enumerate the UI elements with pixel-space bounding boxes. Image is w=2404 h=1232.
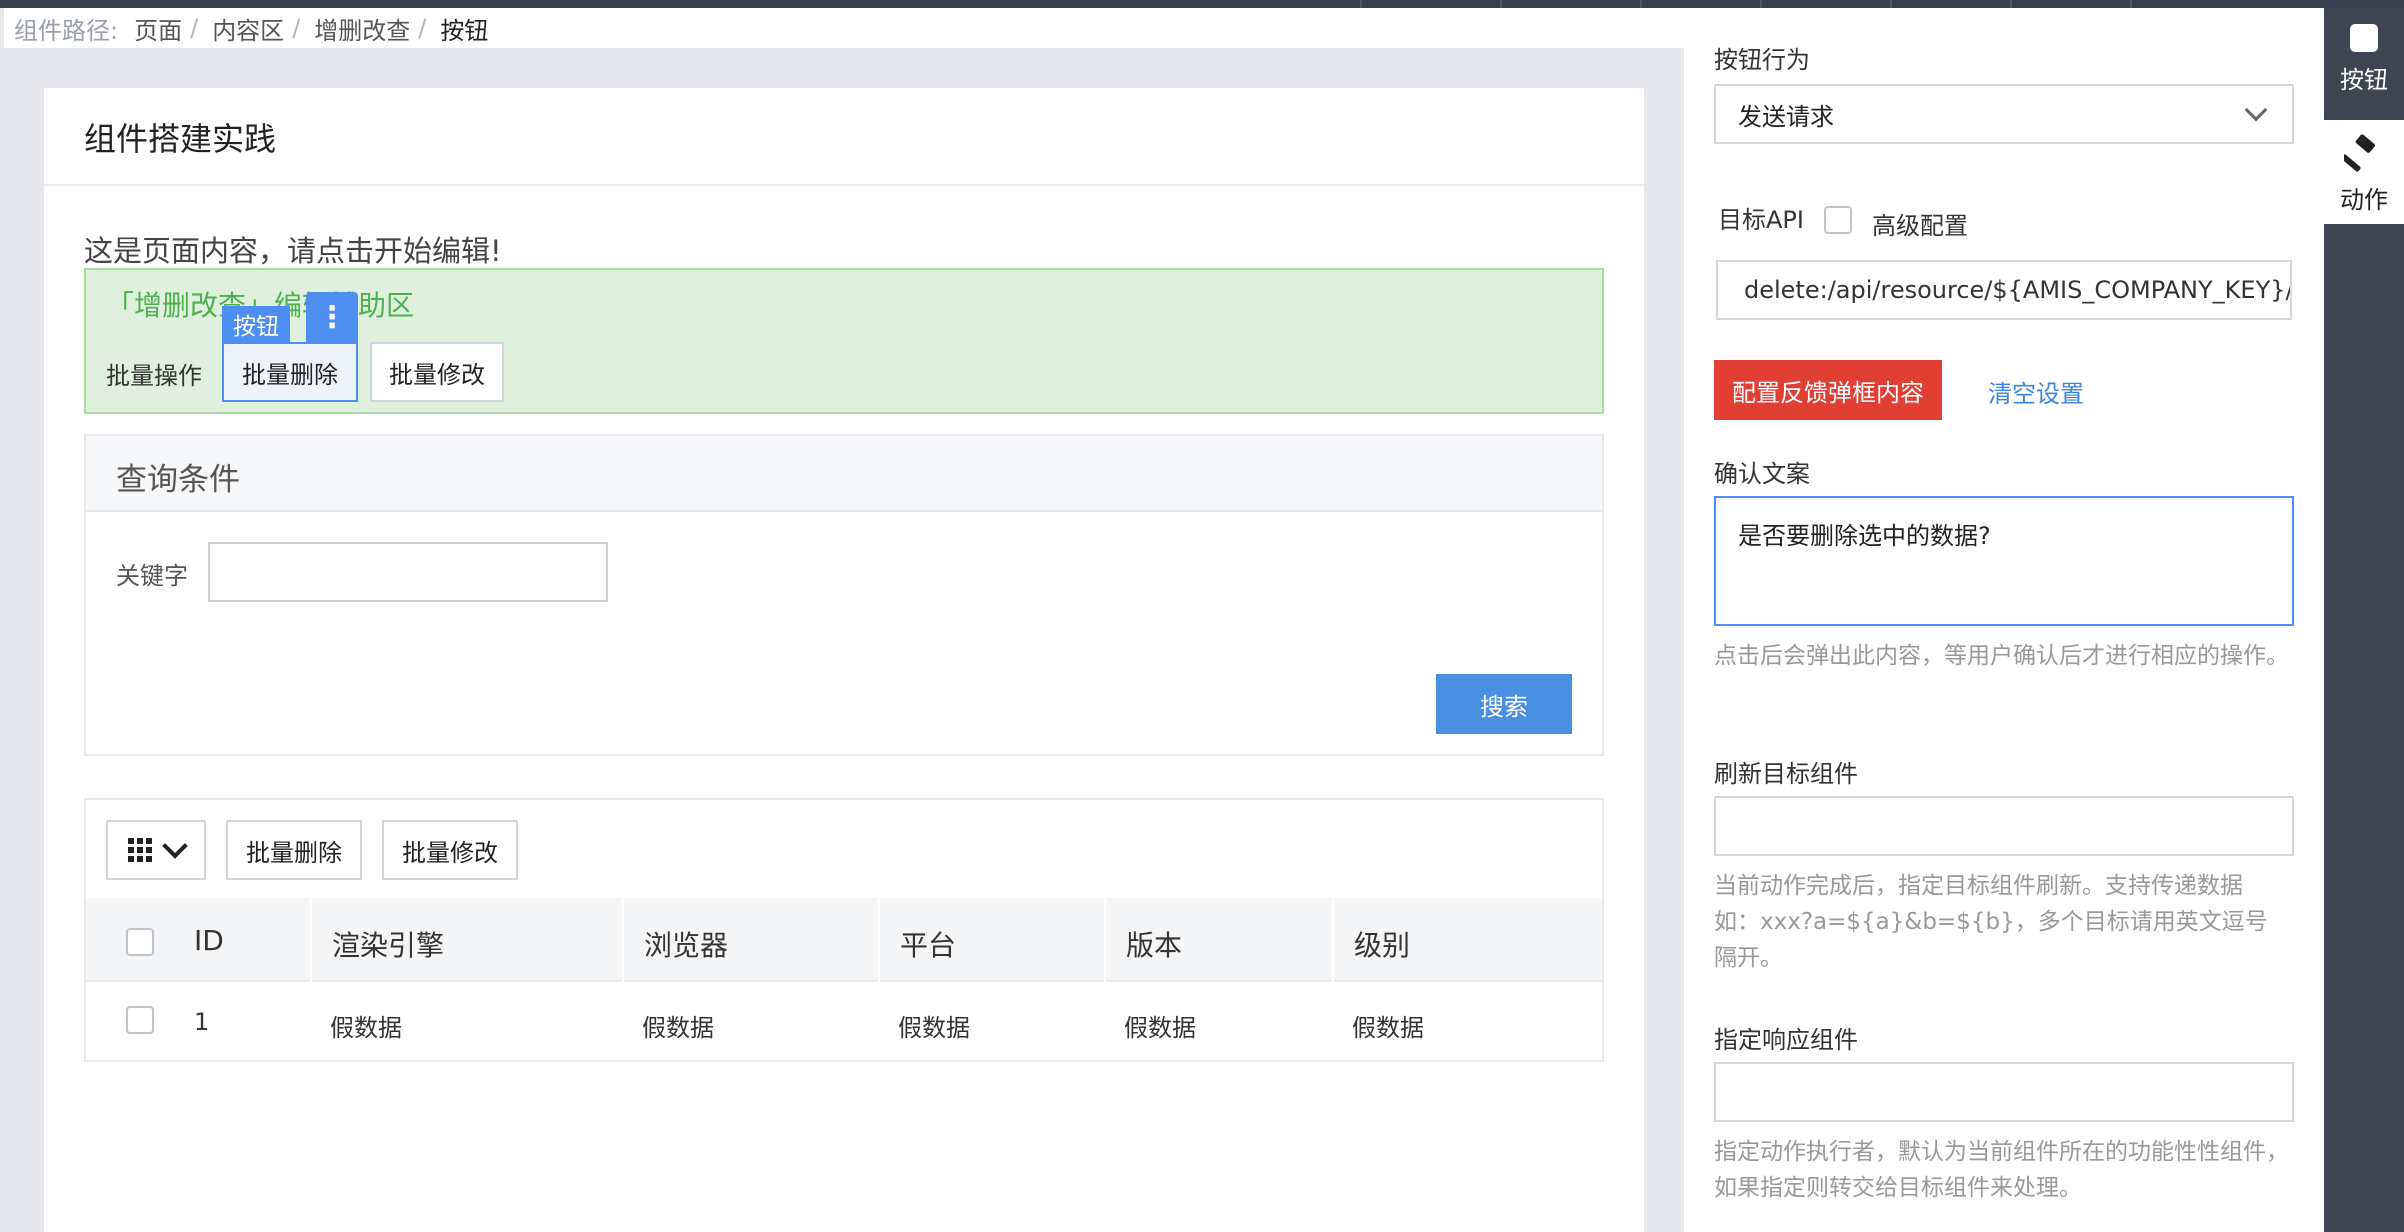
- more-options-icon[interactable]: ⋮: [306, 292, 358, 342]
- top-bar-divider: [1360, 0, 1362, 8]
- response-target-label: 指定响应组件: [1714, 1026, 1858, 1054]
- top-bar: [0, 0, 2404, 8]
- reload-target-input[interactable]: [1714, 796, 2294, 856]
- breadcrumb-item-content[interactable]: 内容区: [212, 11, 284, 46]
- square-icon: [2350, 24, 2378, 52]
- grid-icon: [128, 838, 152, 862]
- reload-target-hint-line: 当前动作完成后，指定目标组件刷新。支持传递数据: [1714, 873, 2243, 899]
- target-api-input[interactable]: delete:/api/resource/${AMIS_COMPANY_KEY}…: [1716, 260, 2292, 320]
- top-bar-divider: [1890, 0, 1892, 8]
- top-bar-divider: [2130, 0, 2132, 8]
- breadcrumb-separator: /: [418, 14, 427, 42]
- response-target-hint: 指定动作执行者，默认为当前组件所在的功能性性组件，如果指定则转交给目标组件来处理…: [1714, 1139, 2289, 1201]
- breadcrumb-separator: /: [190, 14, 199, 42]
- tab-button[interactable]: 按钮: [2324, 16, 2404, 112]
- table-cell: 假数据: [330, 1014, 402, 1042]
- tab-action[interactable]: 动作: [2324, 120, 2404, 224]
- keyword-input[interactable]: [208, 542, 608, 602]
- top-bar-divider: [2010, 0, 2012, 8]
- column-header-browser[interactable]: 浏览器: [644, 924, 728, 964]
- breadcrumb-item-crud[interactable]: 增删改查: [314, 11, 410, 46]
- column-header-version[interactable]: 版本: [1126, 924, 1182, 964]
- column-header-engine[interactable]: 渲染引擎: [332, 924, 444, 964]
- top-bar-divider: [1760, 0, 1762, 8]
- reload-target-label: 刷新目标组件: [1714, 760, 1858, 788]
- column-divider: [1104, 898, 1106, 982]
- row-checkbox[interactable]: [126, 1006, 154, 1034]
- column-header-id[interactable]: ID: [194, 924, 224, 957]
- clear-settings-link[interactable]: 清空设置: [1988, 374, 2084, 409]
- confirm-text-hint: 点击后会弹出此内容，等用户确认后才进行相应的操作。: [1714, 643, 2289, 669]
- query-panel-title: 查询条件: [116, 462, 240, 498]
- column-divider: [1332, 898, 1334, 982]
- column-divider: [310, 898, 312, 982]
- column-header-platform[interactable]: 平台: [900, 924, 956, 964]
- confirm-text-label: 确认文案: [1714, 460, 1810, 488]
- breadcrumb: 组件路径: 页面 / 内容区 / 增删改查 / 按钮: [4, 8, 1684, 48]
- breadcrumb-item-page[interactable]: 页面: [134, 11, 182, 46]
- gavel-icon: [2344, 134, 2375, 172]
- bulk-delete-button-selected[interactable]: 批量删除: [222, 342, 358, 402]
- column-divider: [622, 898, 624, 982]
- search-button[interactable]: 搜索: [1436, 674, 1572, 734]
- feedback-dialog-button[interactable]: 配置反馈弹框内容: [1714, 360, 1942, 420]
- chevron-down-icon: [162, 833, 188, 859]
- keyword-label: 关键字: [116, 562, 188, 590]
- breadcrumb-label: 组件路径:: [14, 16, 119, 45]
- top-bar-divider: [1640, 0, 1642, 8]
- top-bar-divider: [1500, 0, 1502, 8]
- selection-tag: 按钮: [222, 306, 290, 342]
- advanced-config-checkbox[interactable]: [1824, 206, 1852, 234]
- divider: [44, 184, 1644, 186]
- table-cell: 假数据: [1124, 1014, 1196, 1042]
- table-bulk-edit-button[interactable]: 批量修改: [382, 820, 518, 880]
- query-panel-header: [86, 436, 1602, 512]
- page-title[interactable]: 组件搭建实践: [84, 114, 276, 160]
- reload-target-hint-line: 如：xxx?a=${a}&b=${b}，多个目标请用英文逗号: [1714, 909, 2268, 935]
- confirm-text-textarea[interactable]: 是否要删除选中的数据?: [1714, 496, 2294, 626]
- table-cell: 假数据: [1352, 1014, 1424, 1042]
- target-api-label: 目标API: [1718, 206, 1804, 234]
- button-behavior-label: 按钮行为: [1714, 46, 1810, 74]
- table-cell: 假数据: [642, 1014, 714, 1042]
- bulk-actions-label: 批量操作: [106, 362, 202, 390]
- tab-label: 动作: [2340, 186, 2388, 214]
- column-header-grade[interactable]: 级别: [1354, 924, 1410, 964]
- advanced-config-label[interactable]: 高级配置: [1872, 206, 1968, 241]
- page-content-text[interactable]: 这是页面内容，请点击开始编辑!: [84, 228, 502, 270]
- breadcrumb-item-button[interactable]: 按钮: [440, 11, 488, 46]
- tab-label: 按钮: [2340, 66, 2388, 94]
- bulk-edit-button[interactable]: 批量修改: [370, 342, 504, 402]
- table-cell: 1: [194, 1008, 210, 1036]
- column-divider: [878, 898, 880, 982]
- reload-target-hint-line: 隔开。: [1714, 945, 1783, 971]
- column-toggle-button[interactable]: [106, 820, 206, 880]
- button-behavior-select[interactable]: 发送请求: [1714, 84, 2294, 144]
- breadcrumb-separator: /: [292, 14, 301, 42]
- table-cell: 假数据: [898, 1014, 970, 1042]
- response-target-input[interactable]: [1714, 1062, 2294, 1122]
- select-all-checkbox[interactable]: [126, 928, 154, 956]
- table-bulk-delete-button[interactable]: 批量删除: [226, 820, 362, 880]
